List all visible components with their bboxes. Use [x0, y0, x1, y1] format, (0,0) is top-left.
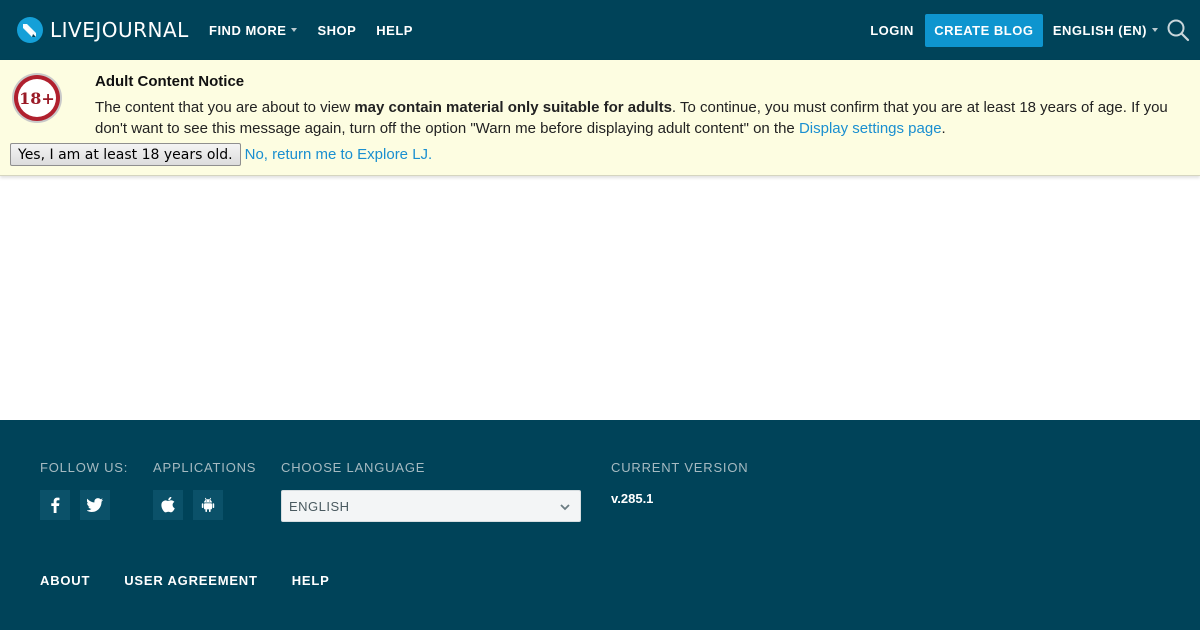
nav-find-more-label: FIND MORE: [209, 22, 287, 38]
footer-about-link[interactable]: ABOUT: [40, 573, 90, 588]
nav-shop[interactable]: SHOP: [317, 23, 356, 38]
applications-label: APPLICATIONS: [153, 460, 257, 475]
badge-text: 18+: [19, 89, 55, 108]
footer-user-agreement-link[interactable]: USER AGREEMENT: [124, 573, 258, 588]
notice-actions: Yes, I am at least 18 years old. No, ret…: [10, 143, 432, 166]
notice-text-bold: may contain material only suitable for a…: [354, 99, 672, 116]
current-version-label: CURRENT VERSION: [611, 460, 749, 475]
footer-links: ABOUT USER AGREEMENT HELP: [40, 573, 364, 588]
language-select[interactable]: ENGLISH: [281, 490, 581, 522]
android-app-button[interactable]: [193, 490, 223, 520]
language-label: ENGLISH (EN): [1052, 22, 1147, 38]
notice-text-period: .: [941, 120, 946, 137]
follow-us-label: FOLLOW US:: [40, 460, 129, 475]
notice-title: Adult Content Notice: [95, 73, 245, 90]
caret-down-icon: [1152, 28, 1158, 32]
site-logo[interactable]: LIVEJOURNAL: [16, 15, 189, 45]
caret-down-icon: [291, 28, 298, 32]
apple-icon: [161, 497, 175, 513]
account-nav: LOGIN CREATE BLOG ENGLISH (EN): [870, 0, 1190, 60]
notice-text-part: The content that you are about to view: [95, 99, 355, 116]
create-blog-button[interactable]: CREATE BLOG: [924, 13, 1043, 47]
notice-text: The content that you are about to view m…: [95, 97, 1175, 139]
top-header: LIVEJOURNAL FIND MORE SHOP HELP LOGIN CR…: [0, 0, 1200, 60]
chevron-down-icon: [560, 504, 570, 511]
facebook-button[interactable]: [40, 490, 70, 520]
nav-find-more[interactable]: FIND MORE: [209, 22, 298, 38]
livejournal-logo-icon: [17, 17, 43, 43]
nav-help[interactable]: HELP: [376, 23, 413, 38]
main-nav: FIND MORE SHOP HELP: [209, 0, 433, 60]
decline-link[interactable]: No, return me to Explore LJ.: [245, 146, 433, 163]
site-footer: FOLLOW US: APPLICATIONS CHOOSE LANGUAGE …: [0, 420, 1200, 630]
android-icon: [201, 497, 215, 512]
display-settings-link[interactable]: Display settings page: [799, 120, 942, 137]
twitter-button[interactable]: [80, 490, 110, 520]
search-icon[interactable]: [1166, 18, 1190, 42]
twitter-icon: [87, 498, 103, 512]
language-switcher[interactable]: ENGLISH (EN): [1053, 23, 1158, 38]
version-number: v.285.1: [611, 491, 654, 506]
login-link[interactable]: LOGIN: [870, 23, 914, 38]
footer-help-link[interactable]: HELP: [292, 573, 330, 588]
logo-text: LIVEJOURNAL: [50, 18, 189, 42]
language-select-value: ENGLISH: [289, 498, 350, 514]
choose-language-label: CHOOSE LANGUAGE: [281, 460, 426, 475]
adult-18-badge-icon: 18+: [12, 73, 62, 123]
ios-app-button[interactable]: [153, 490, 183, 520]
adult-content-notice: 18+ Adult Content Notice The content tha…: [0, 60, 1200, 176]
confirm-age-button[interactable]: Yes, I am at least 18 years old.: [10, 143, 241, 166]
facebook-icon: [51, 497, 60, 513]
